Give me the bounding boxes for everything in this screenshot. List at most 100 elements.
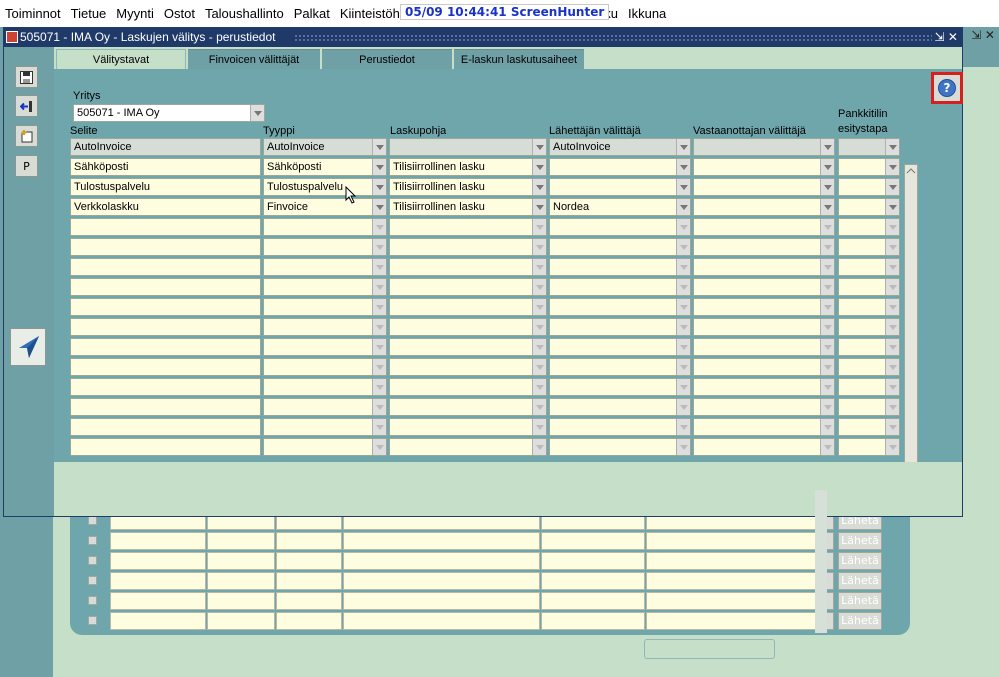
chevron-down-icon[interactable] [532,279,546,295]
cell-selite[interactable] [70,378,261,396]
cell-selite[interactable] [70,358,261,376]
chevron-down-icon[interactable] [820,259,834,275]
chevron-down-icon[interactable] [676,399,690,415]
chevron-down-icon[interactable] [532,199,546,215]
menu-item[interactable]: Taloushallinto [200,6,289,21]
cell-vastaanottajan[interactable] [693,318,835,336]
cell-selite[interactable] [70,278,261,296]
chevron-down-icon[interactable] [372,199,386,215]
cell-pankki[interactable] [838,218,900,236]
app-window-controls[interactable]: ⇲ ✕ [971,28,995,42]
cell-selite[interactable]: Verkkolaskku [70,198,261,216]
cell-selite[interactable] [70,218,261,236]
cell-tyyppi[interactable] [263,358,387,376]
cell-tyyppi[interactable] [263,238,387,256]
cell-pankki[interactable] [838,418,900,436]
chevron-down-icon[interactable] [676,419,690,435]
cell-selite[interactable] [70,338,261,356]
cell-laskupohja[interactable]: Tilisiirrollinen lasku [389,158,547,176]
cell-tyyppi[interactable]: Tulostuspalvelu [263,178,387,196]
chevron-down-icon[interactable] [676,439,690,455]
cell-lahettajan[interactable] [549,298,691,316]
chevron-down-icon[interactable] [820,379,834,395]
chevron-down-icon[interactable] [372,319,386,335]
chevron-down-icon[interactable] [372,299,386,315]
cell-tyyppi[interactable]: AutoInvoice [263,138,387,156]
chevron-down-icon[interactable] [372,399,386,415]
cell-lahettajan[interactable] [549,238,691,256]
cell-lahettajan[interactable] [549,358,691,376]
chevron-down-icon[interactable] [885,339,899,355]
tab-4[interactable]: E-laskun laskutusaiheet [454,49,584,69]
chevron-down-icon[interactable] [820,439,834,455]
cell-lahettajan[interactable]: Nordea [549,198,691,216]
cell-vastaanottajan[interactable] [693,398,835,416]
cell-laskupohja[interactable] [389,298,547,316]
cell-vastaanottajan[interactable] [693,238,835,256]
chevron-down-icon[interactable] [532,159,546,175]
cell-vastaanottajan[interactable] [693,178,835,196]
cell-tyyppi[interactable] [263,258,387,276]
cell-pankki[interactable] [838,298,900,316]
chevron-down-icon[interactable] [885,179,899,195]
cell-vastaanottajan[interactable] [693,358,835,376]
cell-laskupohja[interactable] [389,238,547,256]
chevron-down-icon[interactable] [532,179,546,195]
chevron-down-icon[interactable] [676,239,690,255]
cell-selite[interactable]: Tulostuspalvelu [70,178,261,196]
chevron-down-icon[interactable] [885,439,899,455]
chevron-down-icon[interactable] [885,279,899,295]
cell-selite[interactable] [70,318,261,336]
cell-tyyppi[interactable] [263,218,387,236]
cell-tyyppi[interactable]: Finvoice [263,198,387,216]
chevron-down-icon[interactable] [676,319,690,335]
chevron-down-icon[interactable] [820,399,834,415]
chevron-down-icon[interactable] [820,199,834,215]
scroll-up-icon[interactable] [906,166,916,176]
chevron-down-icon[interactable] [532,139,546,155]
cell-selite[interactable] [70,258,261,276]
cell-pankki[interactable] [838,378,900,396]
chevron-down-icon[interactable] [532,219,546,235]
cell-laskupohja[interactable]: Tilisiirrollinen lasku [389,198,547,216]
cell-lahettajan[interactable] [549,398,691,416]
cell-pankki[interactable] [838,358,900,376]
cell-vastaanottajan[interactable] [693,438,835,456]
cell-tyyppi[interactable] [263,318,387,336]
chevron-down-icon[interactable] [820,339,834,355]
help-button[interactable]: ? [931,72,963,104]
cell-vastaanottajan[interactable] [693,218,835,236]
chevron-down-icon[interactable] [532,419,546,435]
cell-vastaanottajan[interactable] [693,298,835,316]
chevron-down-icon[interactable] [820,279,834,295]
chevron-down-icon[interactable] [676,139,690,155]
cell-pankki[interactable] [838,338,900,356]
chevron-down-icon[interactable] [820,159,834,175]
menu-item[interactable]: Myynti [111,6,159,21]
tab-1[interactable]: Välitystavat [56,49,186,69]
tab-3[interactable]: Perustiedot [322,49,452,69]
chevron-down-icon[interactable] [676,179,690,195]
chevron-down-icon[interactable] [820,419,834,435]
chevron-down-icon[interactable] [676,219,690,235]
cell-vastaanottajan[interactable] [693,138,835,156]
chevron-down-icon[interactable] [676,159,690,175]
chevron-down-icon[interactable] [820,179,834,195]
window-controls[interactable]: ⇲ ✕ [935,28,958,47]
chevron-down-icon[interactable] [372,179,386,195]
new-record-button[interactable] [15,125,38,147]
cell-selite[interactable] [70,298,261,316]
chevron-down-icon[interactable] [532,319,546,335]
cell-vastaanottajan[interactable] [693,278,835,296]
cell-vastaanottajan[interactable] [693,258,835,276]
chevron-down-icon[interactable] [885,199,899,215]
cell-laskupohja[interactable] [389,398,547,416]
cell-lahettajan[interactable] [549,218,691,236]
cell-lahettajan[interactable] [549,438,691,456]
chevron-down-icon[interactable] [372,419,386,435]
chevron-down-icon[interactable] [372,339,386,355]
company-select[interactable]: 505071 - IMA Oy [73,104,265,122]
chevron-down-icon[interactable] [532,259,546,275]
chevron-down-icon[interactable] [885,159,899,175]
cell-laskupohja[interactable] [389,258,547,276]
